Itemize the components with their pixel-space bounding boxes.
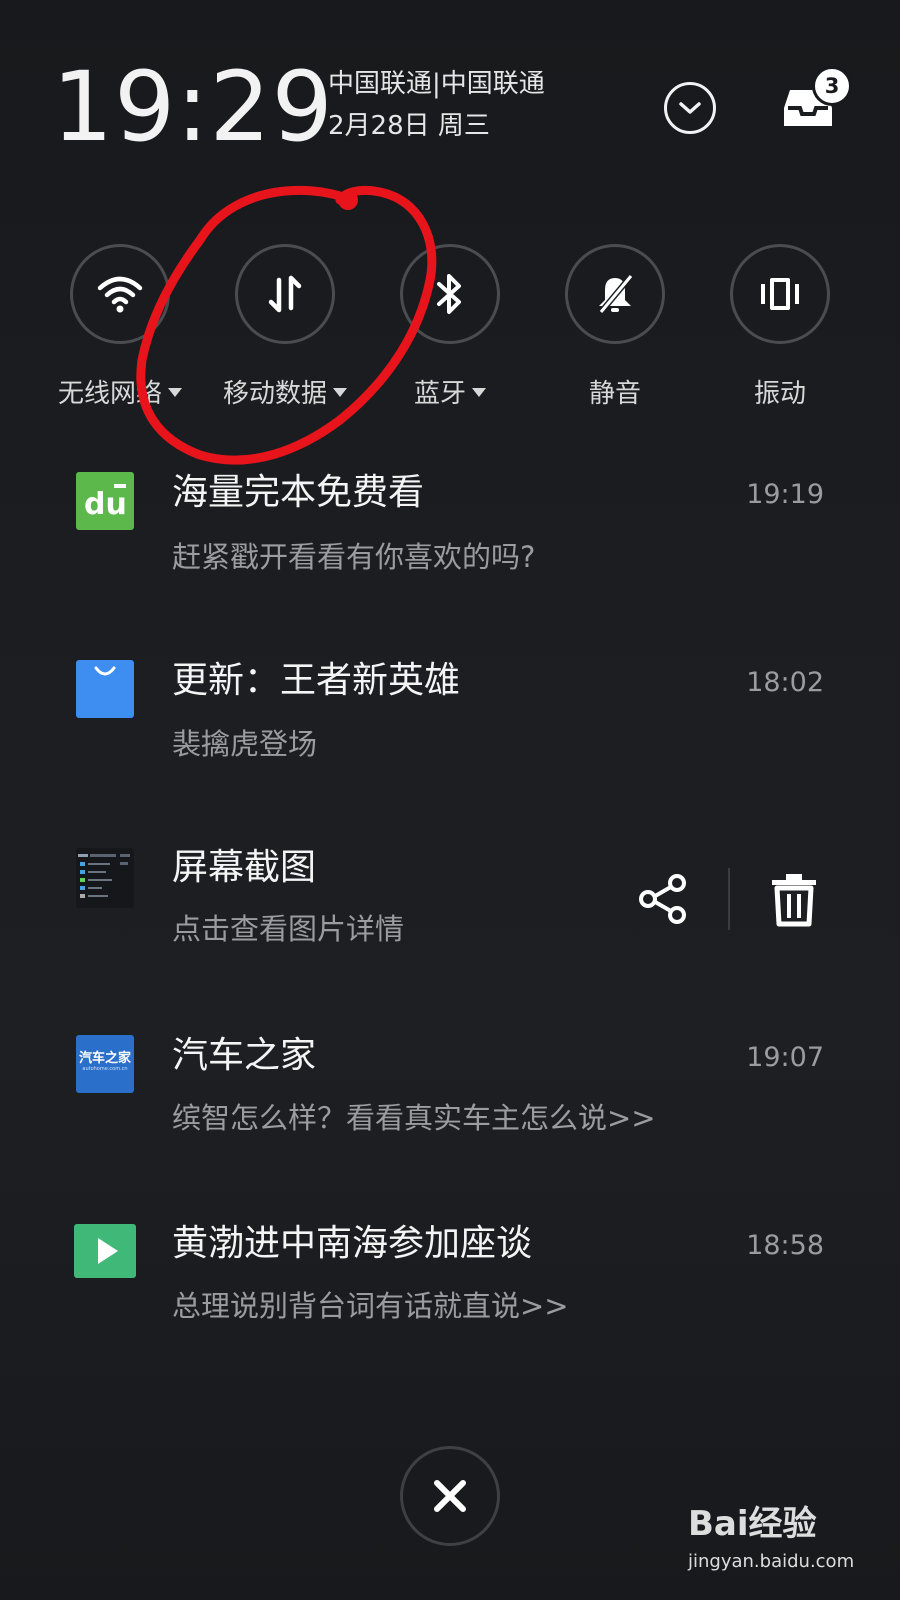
collapse-panel-button[interactable]	[664, 82, 716, 134]
notification-title: 海量完本免费看	[172, 472, 425, 513]
screenshot-thumbnail-icon	[76, 848, 134, 908]
app-store-bag-icon	[76, 660, 134, 718]
toggle-vibrate[interactable]	[730, 244, 830, 344]
clear-all-button[interactable]	[400, 1446, 500, 1546]
dropdown-caret-icon	[472, 388, 486, 397]
dropdown-caret-icon	[168, 388, 182, 397]
baidu-jingyan-watermark: Bai经验 jingyan.baidu.com	[688, 1504, 868, 1574]
notification-body: 缤智怎么样？看看真实车主怎么说>>	[172, 1101, 656, 1135]
mobile-data-icon	[268, 275, 302, 313]
svg-text:du: du	[84, 487, 127, 522]
toggle-mobile-data-label[interactable]: 移动数据	[200, 376, 370, 412]
watermark-url: jingyan.baidu.com	[688, 1551, 855, 1572]
notification-time: 18:02	[746, 667, 824, 698]
notification-title: 屏幕截图	[172, 847, 317, 888]
du-reader-app-icon: du	[76, 472, 134, 530]
toggle-mobile-data[interactable]	[235, 244, 335, 344]
chevron-down-icon	[679, 102, 701, 114]
share-button[interactable]	[636, 872, 690, 926]
share-icon	[639, 874, 686, 924]
notification-time: 19:07	[746, 1042, 824, 1073]
notification-count-badge: 3	[812, 66, 852, 106]
video-play-app-icon	[74, 1224, 136, 1278]
notification-time: 18:58	[746, 1230, 824, 1261]
notification-body: 总理说别背台词有话就直说>>	[172, 1289, 569, 1323]
delete-button[interactable]	[768, 870, 820, 928]
red-annotation-circle	[136, 185, 437, 465]
toggle-bluetooth[interactable]	[400, 244, 500, 344]
dropdown-caret-icon	[333, 388, 347, 397]
carrier-name: 中国联通|中国联通	[328, 69, 545, 99]
bell-off-icon	[598, 274, 634, 314]
notification-body: 裴擒虎登场	[172, 727, 318, 761]
toggle-wifi[interactable]	[70, 244, 170, 344]
action-divider	[728, 868, 730, 930]
autohome-app-icon: 汽车之家 autohome.com.cn	[76, 1035, 134, 1093]
toggle-bluetooth-label[interactable]: 蓝牙	[365, 376, 535, 412]
toggle-silent[interactable]	[565, 244, 665, 344]
vibrate-icon	[761, 278, 799, 310]
notification-body: 赶紧戳开看看有你喜欢的吗?	[172, 540, 536, 574]
wifi-icon	[97, 276, 143, 313]
notification-title: 更新：王者新英雄	[172, 660, 461, 701]
watermark-logo: Bai经验	[688, 1504, 817, 1544]
delete-icon	[772, 874, 816, 927]
notification-body: 点击查看图片详情	[172, 912, 405, 946]
toggle-vibrate-label: 振动	[753, 379, 806, 409]
notification-time: 19:19	[746, 479, 824, 510]
bluetooth-icon	[437, 274, 461, 314]
notification-title: 黄渤进中南海参加座谈	[172, 1223, 533, 1264]
toggle-silent-label: 静音	[588, 379, 641, 409]
date-text: 2月28日 周三	[328, 111, 490, 141]
notification-title: 汽车之家	[172, 1035, 317, 1076]
close-icon	[434, 1480, 466, 1512]
clock-time: 19:29	[52, 51, 334, 163]
toggle-wifi-label[interactable]: 无线网络	[35, 376, 205, 412]
